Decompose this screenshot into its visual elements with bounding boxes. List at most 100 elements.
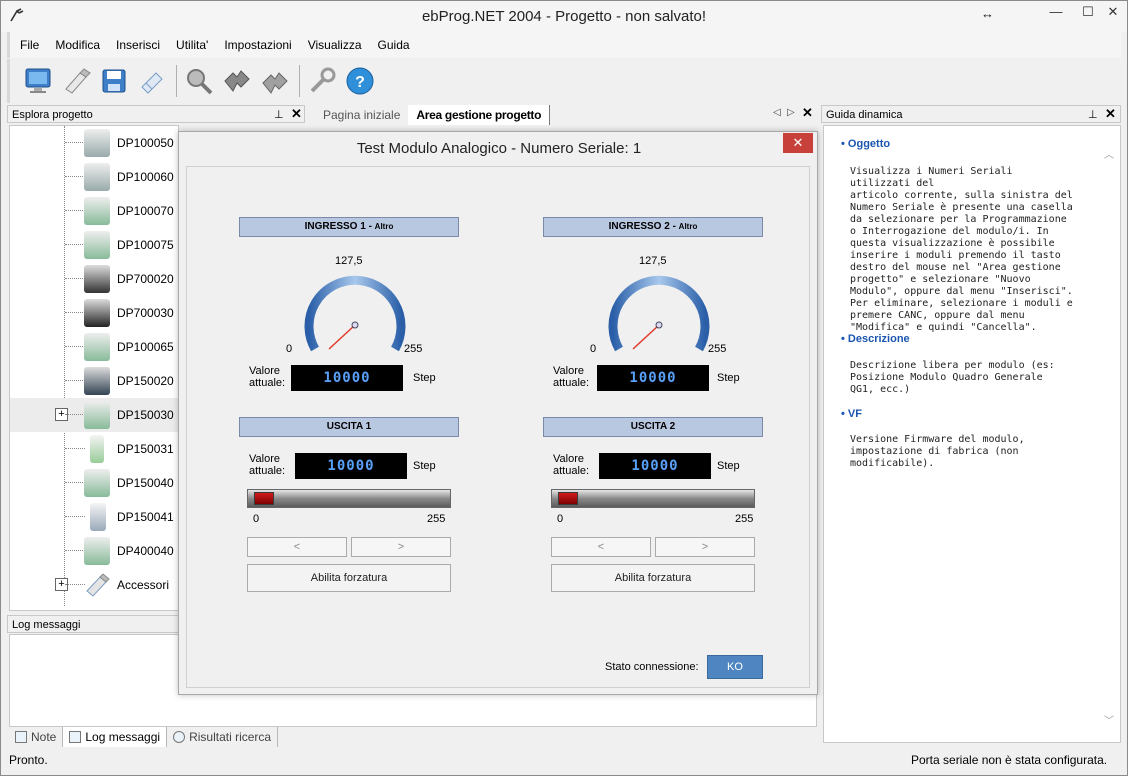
output-1-value-display: 10000: [295, 453, 407, 479]
puzzle-icon[interactable]: [219, 63, 255, 99]
tab-log-messaggi[interactable]: Log messaggi: [63, 727, 168, 747]
tree-item[interactable]: DP100050: [10, 126, 178, 160]
tree-item-label: Accessori: [117, 578, 170, 592]
tree-item[interactable]: DP100070: [10, 194, 178, 228]
project-tree[interactable]: DP100050 DP100060 DP100070 DP100075 DP70…: [9, 125, 179, 611]
tree-item[interactable]: DP150040: [10, 466, 178, 500]
status-bar: Pronto. Porta seriale non è stata config…: [1, 748, 1127, 775]
output-1-slider[interactable]: [247, 489, 451, 508]
output-2-min-label: 0: [557, 513, 564, 525]
pin-icon[interactable]: ⊥: [1088, 106, 1098, 124]
usb-icon: [84, 571, 110, 599]
input-1-header: INGRESSO 1 - Altro: [239, 217, 459, 237]
tree-item[interactable]: DP100060: [10, 160, 178, 194]
input-2-header: INGRESSO 2 - Altro: [543, 217, 763, 237]
scroll-down-icon[interactable]: ﹀: [1104, 712, 1114, 727]
search-icon[interactable]: [181, 63, 217, 99]
tree-item[interactable]: DP100065: [10, 330, 178, 364]
tree-item[interactable]: DP150020: [10, 364, 178, 398]
tree-item[interactable]: DP700030: [10, 296, 178, 330]
label-line: attuale:: [553, 465, 590, 477]
monitor-icon[interactable]: [20, 63, 56, 99]
guide-panel-header: Guida dinamica ⊥ ✕: [821, 105, 1121, 123]
wrench-icon[interactable]: [304, 63, 340, 99]
output-2-force-button[interactable]: Abilita forzatura: [551, 564, 755, 592]
close-panel-icon[interactable]: ✕: [291, 105, 302, 123]
tree-item-label: DP150030: [117, 408, 174, 422]
tab-scroll-right-icon[interactable]: ▷: [787, 107, 795, 118]
tree-item[interactable]: DP700020: [10, 262, 178, 296]
device-icon: [84, 299, 110, 327]
output-2-slider-thumb[interactable]: [558, 492, 578, 505]
connection-status-button[interactable]: KO: [707, 655, 763, 679]
guide-line: Per eliminare, selezionare i moduli e: [850, 298, 1073, 309]
puzzle-gray-icon[interactable]: [257, 63, 293, 99]
guide-heading-text: Descrizione: [847, 333, 910, 345]
tab-pagina-iniziale[interactable]: Pagina iniziale: [315, 105, 408, 125]
save-icon[interactable]: [96, 63, 132, 99]
output-1-next-button[interactable]: >: [351, 537, 451, 557]
tree-item[interactable]: + Accessori: [10, 568, 178, 602]
help-icon[interactable]: ?: [342, 63, 378, 99]
close-panel-icon[interactable]: ✕: [1105, 105, 1116, 123]
menu-inserisci[interactable]: Inserisci: [116, 38, 160, 52]
tree-item-selected[interactable]: + DP150030: [10, 398, 178, 432]
minimize-button[interactable]: —: [1041, 1, 1071, 23]
guide-line: o Interrogazione del modulo/i. In: [850, 226, 1049, 237]
output-1-slider-thumb[interactable]: [254, 492, 274, 505]
menu-visualizza[interactable]: Visualizza: [308, 38, 362, 52]
output-2-prev-button[interactable]: <: [551, 537, 651, 557]
tree-item-label: DP400040: [117, 544, 174, 558]
output-2-next-button[interactable]: >: [655, 537, 755, 557]
gauge-2-mid-label: 127,5: [639, 255, 667, 267]
gauge-2: [608, 275, 710, 352]
menu-utilita[interactable]: Utilita': [176, 38, 208, 52]
label-line: Valore: [249, 453, 280, 465]
window-title: ebProg.NET 2004 - Progetto - non salvato…: [421, 8, 707, 25]
menu-impostazioni[interactable]: Impostazioni: [224, 38, 291, 52]
usb-eraser-icon[interactable]: [134, 63, 170, 99]
usb-icon[interactable]: [58, 63, 94, 99]
tree-item[interactable]: DP150031: [10, 432, 178, 466]
menu-file[interactable]: File: [20, 38, 39, 52]
output-1-prev-button[interactable]: <: [247, 537, 347, 557]
pin-icon[interactable]: ⊥: [274, 106, 284, 124]
svg-text:?: ?: [355, 74, 365, 91]
test-module-dialog: Test Modulo Analogico - Numero Seriale: …: [178, 131, 818, 695]
menu-modifica[interactable]: Modifica: [55, 38, 100, 52]
dialog-title: Test Modulo Analogico - Numero Seriale: …: [356, 140, 642, 157]
input-2-value-display: 10000: [597, 365, 709, 391]
menu-guida[interactable]: Guida: [378, 38, 410, 52]
tree-item-label: DP700020: [117, 272, 174, 286]
toolbar: ?: [7, 59, 1121, 103]
device-icon: [84, 129, 110, 157]
input-1-value-label: Valore attuale:: [249, 365, 285, 389]
tree-item[interactable]: DP150041: [10, 500, 178, 534]
guide-line: impostazione di fabrica (non: [850, 446, 1019, 457]
tab-risultati-ricerca[interactable]: Risultati ricerca: [167, 727, 279, 747]
scroll-up-icon[interactable]: ︿: [1104, 146, 1114, 161]
output-2-slider[interactable]: [551, 489, 755, 508]
device-icon: [90, 503, 106, 531]
output-1-min-label: 0: [253, 513, 260, 525]
guide-line: Versione Firmware del modulo,: [850, 434, 1025, 445]
close-window-button[interactable]: ✕: [1099, 1, 1127, 23]
tree-item[interactable]: DP400040: [10, 534, 178, 568]
guide-text-oggetto: Visualizza i Numeri Seriali utilizzati d…: [850, 166, 1076, 334]
tab-area-gestione-progetto[interactable]: Area gestione progetto: [408, 105, 551, 125]
label-line: Valore: [249, 365, 280, 377]
close-document-icon[interactable]: ✕: [802, 105, 813, 121]
dialog-close-button[interactable]: ✕: [783, 133, 813, 153]
label-line: Valore: [553, 365, 584, 377]
device-icon: [84, 367, 110, 395]
guide-scrollbar[interactable]: ︿ ﹀: [1102, 142, 1116, 738]
output-1-force-button[interactable]: Abilita forzatura: [247, 564, 451, 592]
tree-item-label: DP700030: [117, 306, 174, 320]
tab-scroll-left-icon[interactable]: ◁: [773, 107, 781, 118]
tree-item-label: DP100075: [117, 238, 174, 252]
tab-note[interactable]: Note: [9, 727, 64, 747]
tree-item[interactable]: DP100075: [10, 228, 178, 262]
guide-text-vf: Versione Firmware del modulo, impostazio…: [850, 434, 1076, 470]
input-2-unit: Step: [717, 372, 740, 384]
input-1-header-type: Altro: [374, 222, 394, 231]
